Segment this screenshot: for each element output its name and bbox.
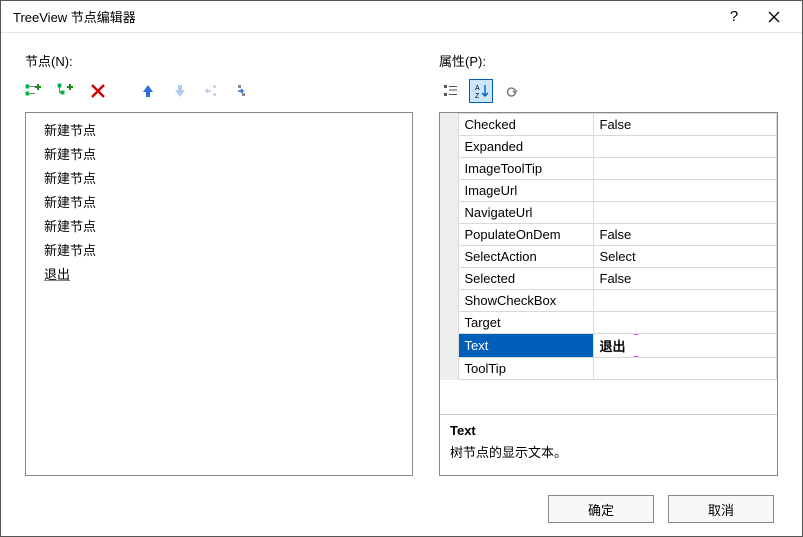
desc-name: Text [450,423,767,438]
property-value[interactable]: False [593,224,777,246]
tree-node[interactable]: 退出 [28,263,410,287]
nodes-label: 节点(N): [25,51,413,70]
close-icon [768,11,780,23]
property-value[interactable] [593,158,777,180]
properties-toolbar: AZ [439,76,778,106]
property-row[interactable]: Text退出 [440,334,777,358]
add-child-node-button[interactable] [57,82,75,100]
property-row[interactable]: ShowCheckBox [440,290,777,312]
tree-node[interactable]: 新建节点 [28,215,410,239]
property-name: Target [458,312,593,334]
indent-button[interactable] [235,82,253,100]
property-name: Expanded [458,136,593,158]
ok-label: 确定 [588,500,614,519]
property-value[interactable] [593,180,777,202]
svg-text:Z: Z [475,93,480,99]
property-name: NavigateUrl [458,202,593,224]
property-name: ShowCheckBox [458,290,593,312]
add-root-node-button[interactable] [25,82,43,100]
property-name: Checked [458,114,593,136]
property-value[interactable] [593,312,777,334]
property-name: Text [458,334,593,358]
outdent-button [203,82,221,100]
property-row[interactable]: SelectedFalse [440,268,777,290]
tree-node[interactable]: 新建节点 [28,119,410,143]
move-down-button [171,82,189,100]
property-row[interactable]: CheckedFalse [440,114,777,136]
move-up-button[interactable] [139,82,157,100]
property-row[interactable]: Expanded [440,136,777,158]
tree-node[interactable]: 新建节点 [28,239,410,263]
property-name: ImageUrl [458,180,593,202]
help-button[interactable]: ? [714,1,754,33]
property-name: PopulateOnDem [458,224,593,246]
tree-node[interactable]: 新建节点 [28,167,410,191]
property-value[interactable] [593,358,777,380]
property-name: SelectAction [458,246,593,268]
tree-node[interactable]: 新建节点 [28,191,410,215]
tree-node[interactable]: 新建节点 [28,143,410,167]
property-description-pane: Text 树节点的显示文本。 [440,414,777,475]
svg-text:A: A [475,85,480,92]
alphabetical-view-button[interactable]: AZ [469,79,493,103]
cancel-button[interactable]: 取消 [668,495,774,523]
close-button[interactable] [754,1,794,33]
property-value[interactable]: False [593,268,777,290]
property-name: ToolTip [458,358,593,380]
property-grid[interactable]: CheckedFalseExpandedImageToolTipImageUrl… [440,113,777,414]
ok-button[interactable]: 确定 [548,495,654,523]
property-name: Selected [458,268,593,290]
property-value[interactable]: 退出 [593,334,777,358]
property-name: ImageToolTip [458,158,593,180]
window-title: TreeView 节点编辑器 [13,7,714,26]
nodes-tree[interactable]: 新建节点新建节点新建节点新建节点新建节点新建节点退出 [25,112,413,476]
nodes-toolbar [25,76,413,106]
property-value[interactable] [593,136,777,158]
property-row[interactable]: PopulateOnDemFalse [440,224,777,246]
property-row[interactable]: NavigateUrl [440,202,777,224]
property-value[interactable]: Select [593,246,777,268]
titlebar: TreeView 节点编辑器 ? [1,1,802,33]
cancel-label: 取消 [708,500,734,519]
properties-label: 属性(P): [439,51,778,70]
property-row[interactable]: ImageUrl [440,180,777,202]
categorized-view-button[interactable] [439,79,463,103]
property-value[interactable] [593,290,777,312]
property-row[interactable]: ToolTip [440,358,777,380]
property-row[interactable]: ImageToolTip [440,158,777,180]
delete-node-button[interactable] [89,82,107,100]
property-value[interactable] [593,202,777,224]
property-row[interactable]: SelectActionSelect [440,246,777,268]
desc-text: 树节点的显示文本。 [450,442,767,461]
property-row[interactable]: Target [440,312,777,334]
property-pages-button[interactable] [499,79,523,103]
property-value[interactable]: False [593,114,777,136]
